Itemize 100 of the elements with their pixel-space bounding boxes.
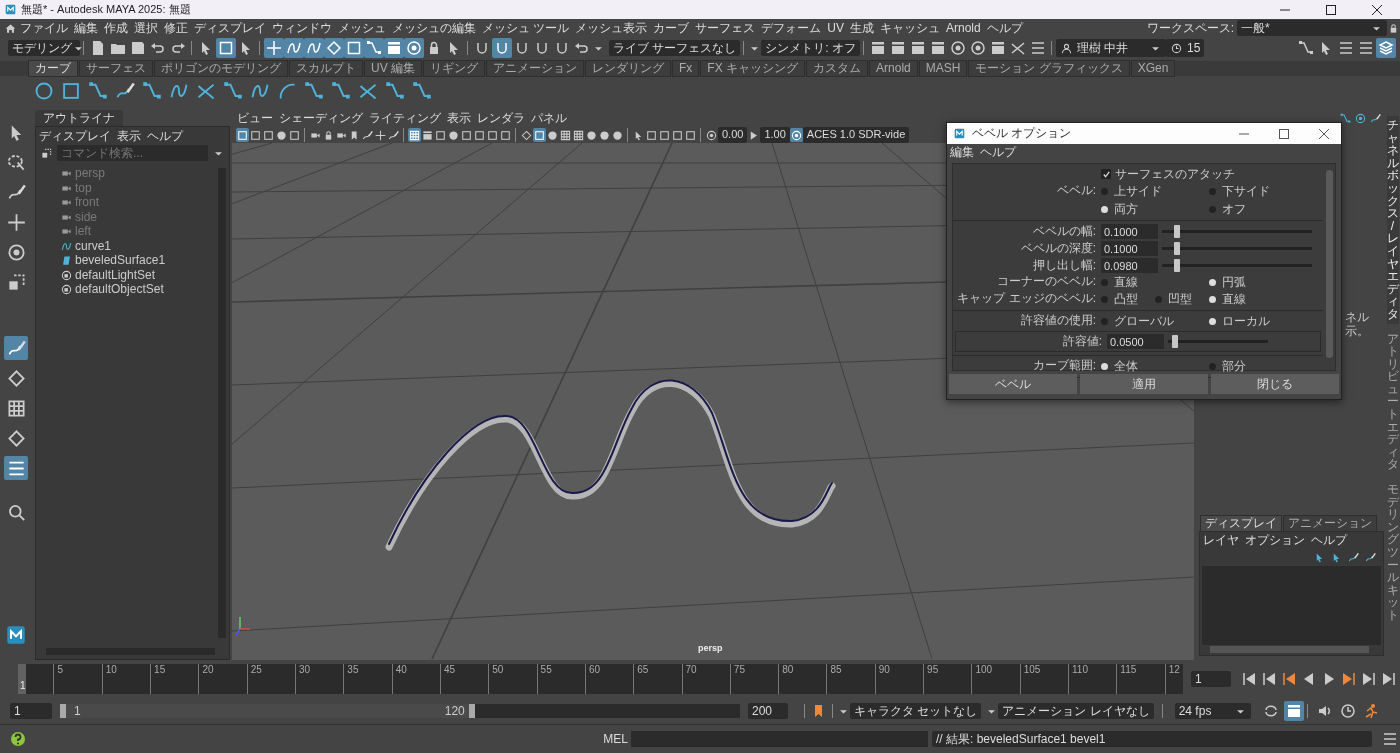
current-frame-marker[interactable] [18, 664, 26, 694]
menu-item[interactable]: 修正 [161, 20, 191, 36]
menu-item[interactable]: カーブ [650, 20, 693, 36]
sphere-icon[interactable] [598, 128, 611, 142]
shelf-tab[interactable]: XGen [1130, 60, 1176, 77]
target-icon[interactable] [968, 38, 988, 58]
number-field[interactable]: 0.0500 [1107, 334, 1164, 349]
menu-item[interactable]: オプション [1242, 532, 1308, 548]
list-icon[interactable] [4, 456, 28, 480]
color-space-dropdown[interactable]: ACES 1.0 SDR-vide [802, 127, 910, 143]
pencil-curve-icon[interactable] [387, 128, 400, 142]
number-field[interactable]: 0.1000 [1101, 241, 1158, 256]
pencil-curve-icon[interactable] [1369, 111, 1382, 125]
radio-button[interactable]: ローカル [1209, 313, 1317, 330]
shelf-tab[interactable]: UV 編集 [364, 60, 422, 77]
sphere-icon[interactable] [546, 128, 559, 142]
shelf-tab[interactable]: スカルプト [289, 60, 363, 77]
menu-item[interactable]: デフォーム [758, 20, 825, 36]
shelf-tab[interactable]: レンダリング [585, 60, 671, 77]
shelf-tab[interactable]: ポリゴンのモデリング [154, 60, 288, 77]
gamma-field[interactable]: 1.00 [760, 127, 790, 143]
shelf-tab[interactable]: モーション グラフィックス [968, 60, 1130, 77]
start-frame-field[interactable]: 1 [10, 703, 52, 719]
outliner-item[interactable]: defaultLightSet [36, 267, 218, 283]
radio-button[interactable]: グローバル [1101, 313, 1209, 330]
square-icon[interactable] [236, 128, 249, 142]
square-icon[interactable] [671, 128, 684, 142]
square-icon[interactable] [533, 128, 546, 142]
range-bar[interactable]: 1 120 [60, 704, 475, 718]
radio-button[interactable]: 上サイド [1101, 183, 1209, 200]
radio-button[interactable]: 全体 [1101, 358, 1209, 375]
checkbox[interactable]: サーフェスのアタッチ [1101, 167, 1235, 182]
grid-icon[interactable] [559, 128, 572, 142]
dialog-button[interactable]: 適用 [1080, 374, 1208, 394]
menu-item[interactable]: メッシュの編集 [389, 20, 479, 36]
shelf-tab[interactable]: カーブ [28, 60, 78, 77]
menu-item[interactable]: メッシュ ツール [479, 20, 573, 36]
pencil-curve-icon[interactable] [4, 336, 28, 360]
side-tab[interactable]: チャネルボックス/レイヤエディタ [1386, 116, 1399, 324]
menu-item[interactable]: シェーディング [276, 111, 366, 126]
menu-item[interactable]: レイヤ [1200, 532, 1242, 548]
square-icon[interactable] [658, 128, 671, 142]
sphere-icon[interactable] [275, 128, 288, 142]
time-ruler[interactable]: 5 10 15 20 25 30 35 40 45 50 55 60 65 70 75 80 85 90 95 100 105 110 115 12 1 [18, 664, 1183, 694]
outliner-tab[interactable]: アウトライナ [35, 110, 123, 127]
character-set-dropdown[interactable]: キャラクタ セットなし [850, 703, 982, 719]
fps-dropdown[interactable]: 24 fps [1174, 703, 1251, 719]
square-icon[interactable] [434, 128, 447, 142]
square-icon[interactable] [262, 128, 275, 142]
search-field[interactable]: コマンド検索... [57, 145, 208, 162]
number-field[interactable]: 0.0980 [1101, 258, 1158, 273]
frame-field[interactable]: 1 [1191, 671, 1231, 687]
radio-button[interactable]: 下サイド [1209, 183, 1317, 200]
menu-item[interactable]: メッシュ [335, 20, 389, 36]
cross-icon[interactable] [374, 128, 387, 142]
menu-item[interactable]: ヘルプ [977, 145, 1019, 160]
slider-thumb[interactable] [1172, 335, 1178, 348]
side-tab[interactable]: モデリングツールキット [1386, 480, 1399, 625]
square-icon[interactable] [499, 128, 512, 142]
menu-item[interactable]: ファイル [17, 20, 71, 36]
menu-item[interactable]: UV [824, 20, 847, 36]
cross-icon[interactable] [264, 38, 284, 58]
curve-points-icon[interactable] [1339, 111, 1352, 125]
shelf-tab[interactable]: サーフェス [79, 60, 153, 77]
radio-button[interactable]: 直線 [1101, 274, 1209, 291]
clapboard-icon[interactable] [1283, 701, 1304, 721]
scrollbar[interactable] [1326, 170, 1333, 358]
exposure-field[interactable]: 0.00 [718, 127, 748, 143]
radio-button[interactable]: 直線 [1209, 291, 1263, 308]
layer-tab[interactable]: アニメーション [1283, 515, 1377, 532]
shelf-tab[interactable]: MASH [918, 60, 968, 77]
end-frame-field[interactable]: 200 [748, 703, 788, 719]
sphere-icon[interactable] [447, 128, 460, 142]
outliner-item[interactable]: beveledSurface1 [36, 253, 218, 268]
radio-button[interactable]: 凸型 [1101, 291, 1155, 308]
menu-item[interactable]: ヘルプ [144, 128, 186, 144]
anim-layer-dropdown[interactable]: アニメーション レイヤなし [998, 703, 1154, 719]
menu-item[interactable]: 選択 [131, 20, 161, 36]
range-track[interactable]: 1 120 [60, 704, 740, 718]
menu-item[interactable]: ディスプレイ [191, 20, 269, 36]
pencil-curve-icon[interactable] [1364, 550, 1377, 564]
shelf-tab[interactable]: リギング [423, 60, 485, 77]
grid-icon[interactable] [572, 128, 585, 142]
target-icon[interactable] [705, 128, 718, 142]
menu-item[interactable]: 編集 [947, 145, 977, 160]
dialog-button[interactable]: 閉じる [1211, 374, 1339, 394]
menu-item[interactable]: キャッシュ [877, 20, 943, 36]
symmetry-dropdown[interactable]: シンメトリ: オフ [761, 40, 860, 56]
shelf-tab[interactable]: アニメーション [486, 60, 584, 77]
diamond-icon[interactable] [520, 128, 533, 142]
layer-tab[interactable]: ディスプレイ [1200, 515, 1282, 532]
number-field[interactable]: 0.1000 [1101, 224, 1158, 239]
menu-item[interactable]: ディスプレイ [36, 128, 114, 144]
curve-icon[interactable] [304, 38, 324, 58]
help-icon[interactable] [8, 729, 28, 749]
menu-item[interactable]: レンダラ [474, 111, 528, 126]
square-icon[interactable] [344, 38, 364, 58]
shelf-tab[interactable]: FX キャッシング [700, 60, 806, 77]
menu-item[interactable]: パネル [528, 111, 570, 126]
square-icon[interactable] [645, 128, 658, 142]
